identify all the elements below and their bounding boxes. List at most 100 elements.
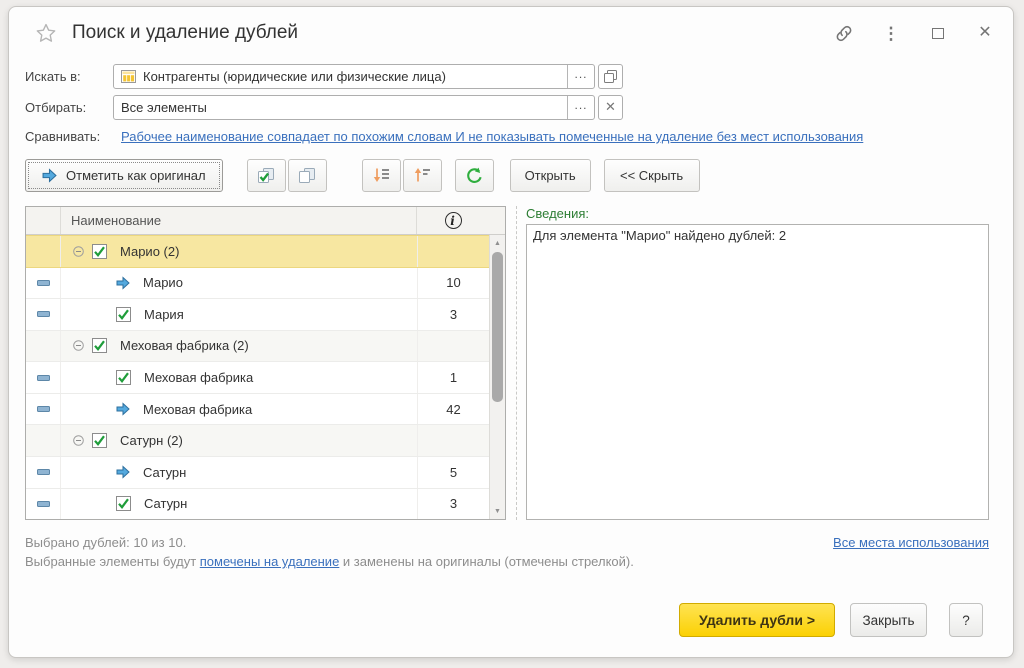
search-in-choose-button[interactable]: ... bbox=[567, 65, 594, 88]
catalog-item-icon bbox=[37, 469, 50, 475]
row-count-cell: 3 bbox=[417, 489, 489, 520]
row-label: Меховая фабрика (2) bbox=[120, 338, 249, 353]
row-marker-cell bbox=[26, 299, 61, 330]
row-label: Сатурн bbox=[144, 496, 187, 511]
title-bar: Поиск и удаление дублей ⋮ ✕ bbox=[25, 7, 997, 59]
table-row[interactable]: Меховая фабрика 42 bbox=[26, 394, 489, 426]
table-row[interactable]: Меховая фабрика (2) bbox=[26, 331, 489, 363]
collapse-toggle-icon[interactable] bbox=[73, 246, 84, 257]
row-name-cell: Мария bbox=[61, 299, 417, 330]
get-link-icon[interactable] bbox=[834, 23, 854, 43]
table-row[interactable]: Меховая фабрика 1 bbox=[26, 362, 489, 394]
row-count-cell bbox=[417, 425, 489, 456]
more-menu-icon[interactable]: ⋮ bbox=[881, 23, 901, 43]
action-note: Выбранные элементы будут помечены на уда… bbox=[25, 552, 833, 571]
footer-buttons: Удалить дубли > Закрыть ? bbox=[25, 603, 997, 637]
table-row[interactable]: Сатурн 5 bbox=[26, 457, 489, 489]
row-label: Мария bbox=[144, 307, 184, 322]
mark-deletion-link[interactable]: помечены на удаление bbox=[200, 554, 340, 569]
table-header[interactable]: Наименование i bbox=[26, 207, 505, 235]
row-checkbox[interactable] bbox=[92, 433, 107, 448]
row-name-cell: Меховая фабрика bbox=[61, 362, 417, 393]
filter-clear-button[interactable]: ✕ bbox=[598, 95, 623, 120]
collapse-all-button[interactable] bbox=[403, 159, 442, 192]
compare-row: Сравнивать: Рабочее наименование совпада… bbox=[25, 129, 997, 144]
expand-all-button[interactable] bbox=[362, 159, 401, 192]
row-count-cell: 3 bbox=[417, 299, 489, 330]
compare-rule-link[interactable]: Рабочее наименование совпадает по похожи… bbox=[121, 129, 863, 144]
row-checkbox[interactable] bbox=[116, 370, 131, 385]
collapse-toggle-icon[interactable] bbox=[73, 435, 84, 446]
row-checkbox[interactable] bbox=[92, 244, 107, 259]
filter-field[interactable]: Все элементы ... bbox=[113, 95, 595, 120]
favorite-star-icon[interactable] bbox=[35, 22, 57, 44]
row-checkbox[interactable] bbox=[92, 338, 107, 353]
mark-original-button[interactable]: Отметить как оригинал bbox=[25, 159, 223, 192]
maximize-icon bbox=[932, 28, 944, 39]
refresh-button[interactable] bbox=[455, 159, 494, 192]
row-name-cell: Меховая фабрика (2) bbox=[61, 331, 417, 362]
row-label: Сатурн (2) bbox=[120, 433, 183, 448]
row-marker-cell bbox=[26, 394, 61, 425]
table-row[interactable]: Марио (2) bbox=[26, 235, 489, 268]
catalog-item-icon bbox=[37, 375, 50, 381]
details-label: Сведения: bbox=[526, 206, 989, 223]
collapse-toggle-icon[interactable] bbox=[73, 340, 84, 351]
row-checkbox[interactable] bbox=[116, 496, 131, 511]
help-button[interactable]: ? bbox=[949, 603, 983, 637]
row-name-cell: Сатурн bbox=[61, 489, 417, 520]
table-row[interactable]: Сатурн 3 bbox=[26, 489, 489, 520]
selected-count-text: Выбрано дублей: 10 из 10. bbox=[25, 533, 833, 552]
table-body: Марио (2) Марио 10 Мария 3 Меховая фабри… bbox=[26, 235, 489, 519]
duplicates-table: Наименование i Марио (2) Марио 10 Мария … bbox=[25, 206, 506, 520]
original-arrow-icon bbox=[116, 465, 130, 479]
close-form-button[interactable]: Закрыть bbox=[850, 603, 927, 637]
catalog-table-icon bbox=[121, 70, 136, 83]
row-marker-cell bbox=[26, 489, 61, 520]
row-count-cell: 10 bbox=[417, 268, 489, 299]
row-marker-cell bbox=[26, 331, 61, 362]
scroll-down-button[interactable]: ▼ bbox=[490, 504, 505, 518]
name-column-header[interactable]: Наименование bbox=[61, 207, 416, 234]
row-count-cell: 5 bbox=[417, 457, 489, 488]
row-label: Сатурн bbox=[143, 465, 186, 480]
details-box: Для элемента "Марио" найдено дублей: 2 bbox=[526, 224, 989, 520]
duplicates-dialog: Поиск и удаление дублей ⋮ ✕ Искать в: bbox=[8, 6, 1014, 658]
usage-places-link[interactable]: Все места использования bbox=[833, 533, 989, 552]
row-label: Меховая фабрика bbox=[144, 370, 253, 385]
search-in-open-button[interactable] bbox=[598, 64, 623, 89]
row-label: Марио (2) bbox=[120, 244, 179, 259]
row-marker-cell bbox=[26, 362, 61, 393]
scroll-up-button[interactable]: ▲ bbox=[490, 236, 505, 250]
count-column-header[interactable]: i bbox=[416, 207, 489, 234]
panel-splitter[interactable] bbox=[506, 206, 517, 520]
row-checkbox[interactable] bbox=[116, 307, 131, 322]
table-row[interactable]: Мария 3 bbox=[26, 299, 489, 331]
row-marker-cell bbox=[26, 425, 61, 456]
close-window-button[interactable]: ✕ bbox=[975, 23, 995, 43]
maximize-button[interactable] bbox=[928, 23, 948, 43]
original-arrow-icon bbox=[116, 402, 130, 416]
window-title: Поиск и удаление дублей bbox=[72, 22, 834, 44]
filter-choose-button[interactable]: ... bbox=[567, 96, 594, 119]
catalog-item-icon bbox=[37, 501, 50, 507]
row-name-cell: Сатурн (2) bbox=[61, 425, 417, 456]
footer-info: Выбрано дублей: 10 из 10. Выбранные элем… bbox=[25, 533, 997, 571]
open-item-button[interactable]: Открыть bbox=[510, 159, 591, 192]
row-count-cell bbox=[417, 331, 489, 362]
toolbar: Отметить как оригинал bbox=[25, 158, 997, 192]
delete-duplicates-button[interactable]: Удалить дубли > bbox=[679, 603, 835, 637]
uncheck-all-button[interactable] bbox=[288, 159, 327, 192]
row-count-cell: 1 bbox=[417, 362, 489, 393]
check-all-button[interactable] bbox=[247, 159, 286, 192]
scrollbar-thumb[interactable] bbox=[492, 252, 503, 402]
search-in-field[interactable]: Контрагенты (юридические или физические … bbox=[113, 64, 595, 89]
row-name-cell: Сатурн bbox=[61, 457, 417, 488]
hide-panel-button[interactable]: << Скрыть bbox=[604, 159, 700, 192]
filter-row: Отбирать: Все элементы ... ✕ bbox=[25, 94, 997, 120]
catalog-item-icon bbox=[37, 406, 50, 412]
vertical-scrollbar[interactable]: ▲ ▼ bbox=[489, 235, 505, 519]
filter-label: Отбирать: bbox=[25, 100, 113, 115]
table-row[interactable]: Марио 10 bbox=[26, 268, 489, 300]
table-row[interactable]: Сатурн (2) bbox=[26, 425, 489, 457]
